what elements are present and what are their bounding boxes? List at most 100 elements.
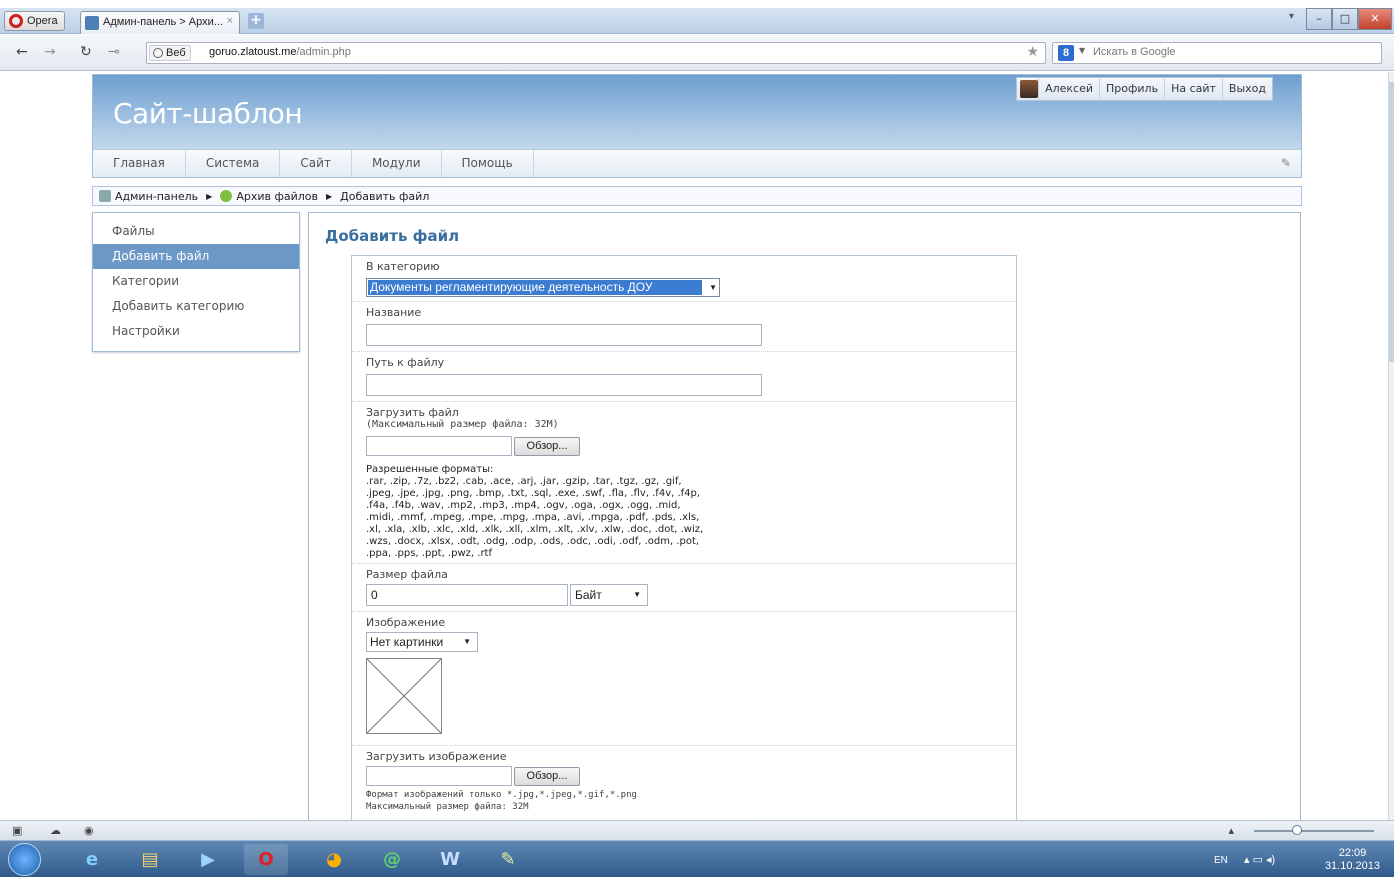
page-scrollbar[interactable]: [1388, 72, 1394, 820]
upload-row: Загрузить файл (Максимальный размер файл…: [352, 402, 1016, 564]
search-field[interactable]: 8 ▼ Искать в Google: [1052, 42, 1382, 64]
size-row: Размер файла 0 Байт ▼: [352, 564, 1016, 612]
file-upload-input[interactable]: [366, 436, 512, 456]
category-row: В категорию Документы регламентирующие д…: [352, 256, 1016, 302]
page-viewport: Сайт-шаблон Алексей Профиль На сайт Выхо…: [0, 72, 1388, 820]
window-maximize-button[interactable]: □: [1332, 8, 1358, 30]
image-select-value: Нет картинки: [370, 635, 444, 649]
window-minimize-button[interactable]: –: [1306, 8, 1332, 30]
turbo-icon[interactable]: ◉: [84, 824, 94, 837]
image-select[interactable]: Нет картинки ▼: [366, 632, 478, 652]
logout-link[interactable]: Выход: [1221, 78, 1272, 100]
user-name-link[interactable]: Алексей: [1038, 78, 1099, 100]
browse-image-button[interactable]: Обзор...: [514, 767, 580, 786]
back-arrow-icon[interactable]: ←: [16, 44, 28, 60]
wrench-icon[interactable]: ✎: [1281, 156, 1291, 170]
url-path: /admin.php: [296, 46, 351, 58]
tab-list-chevron-icon[interactable]: ▾: [1289, 11, 1294, 22]
to-site-link[interactable]: На сайт: [1164, 78, 1222, 100]
menu-item-modules[interactable]: Модули: [352, 150, 442, 177]
breadcrumb: Админ-панель ▶ Архив файлов ▶ Добавить ф…: [92, 186, 1302, 206]
dropdown-arrow-icon: ▼: [709, 283, 717, 292]
file-archive-icon: [220, 190, 233, 202]
word-icon[interactable]: W: [428, 844, 472, 875]
browser-address-bar: ← → ↻ ⊸ Веб goruo.zlatoust.me/admin.php …: [0, 35, 1394, 71]
user-bar: Алексей Профиль На сайт Выход: [1016, 77, 1273, 101]
file-size-input[interactable]: 0: [366, 584, 568, 606]
name-label: Название: [366, 306, 422, 319]
search-engine-dropdown-icon[interactable]: ▼: [1079, 46, 1085, 55]
sidebar-item-files[interactable]: Файлы: [93, 219, 299, 244]
internet-explorer-icon[interactable]: e: [70, 844, 114, 875]
mail-agent-icon[interactable]: @: [370, 844, 414, 875]
opera-taskbar-icon[interactable]: O: [244, 844, 288, 875]
url-field[interactable]: Веб goruo.zlatoust.me/admin.php ★: [146, 42, 1046, 64]
zoom-slider-knob[interactable]: [1292, 825, 1302, 835]
browser-status-bar: ▣ ☁ ◉ ▴: [0, 820, 1394, 840]
menu-item-site[interactable]: Сайт: [280, 150, 352, 177]
category-selected-value: Документы регламентирующие деятельность …: [368, 280, 702, 295]
category-label: В категорию: [366, 260, 440, 273]
tab-close-icon[interactable]: ×: [227, 15, 233, 27]
dropdown-arrow-icon: ▼: [463, 637, 471, 646]
language-indicator[interactable]: EN: [1214, 855, 1228, 866]
zoom-slider[interactable]: [1254, 825, 1374, 835]
sidebar-item-categories[interactable]: Категории: [93, 269, 299, 294]
breadcrumb-admin-panel[interactable]: Админ-панель: [115, 190, 198, 203]
image-row: Изображение Нет картинки ▼: [352, 612, 1016, 746]
start-button[interactable]: [8, 843, 41, 876]
size-unit-value: Байт: [575, 588, 602, 602]
system-tray: EN ▴ ▭ ◂) 22:09 31.10.2013: [1194, 841, 1394, 877]
reload-icon[interactable]: ↻: [80, 44, 92, 60]
key-icon[interactable]: ⊸: [108, 44, 120, 60]
sidebar-item-add-file[interactable]: Добавить файл: [93, 244, 299, 269]
image-formats-note: Формат изображений только *.jpg,*.jpeg,*…: [366, 790, 637, 800]
paint-icon[interactable]: ✎: [486, 844, 530, 875]
image-max-size: Максимальный размер файла: 32M: [366, 802, 529, 812]
clipped-document-heading: [0, 0, 1394, 8]
formats-line: .f4a, .f4b, .wav, .mp2, .mp3, .mp4, .ogv…: [366, 500, 681, 511]
path-input[interactable]: [366, 374, 762, 396]
profile-link[interactable]: Профиль: [1099, 78, 1164, 100]
upload-image-label: Загрузить изображение: [366, 750, 507, 763]
opera-menu-label: Opera: [27, 15, 58, 27]
new-tab-button[interactable]: +: [248, 13, 264, 29]
main-menu: Главная Система Сайт Модули Помощь ✎: [93, 149, 1301, 177]
image-upload-input[interactable]: [366, 766, 512, 786]
zoom-arrow-icon[interactable]: ▴: [1228, 824, 1234, 837]
chrome-icon[interactable]: ◕: [312, 844, 356, 875]
media-player-icon[interactable]: ▶: [186, 844, 230, 875]
google-search-icon: 8: [1058, 45, 1074, 61]
url-text: goruo.zlatoust.me/admin.php: [209, 46, 351, 58]
menu-item-system[interactable]: Система: [186, 150, 281, 177]
clock[interactable]: 22:09 31.10.2013: [1325, 847, 1380, 873]
browser-tab-active[interactable]: Админ-панель > Архи... ×: [80, 11, 240, 34]
opera-menu-button[interactable]: Opera: [4, 11, 65, 31]
path-label: Путь к файлу: [366, 356, 445, 369]
name-row: Название: [352, 302, 1016, 352]
page-title: Добавить файл: [325, 227, 460, 245]
size-unit-select[interactable]: Байт ▼: [570, 584, 648, 606]
sidebar-item-add-category[interactable]: Добавить категорию: [93, 294, 299, 319]
bookmark-star-icon[interactable]: ★: [1026, 44, 1039, 60]
panel-toggle-icon[interactable]: ▣: [12, 824, 22, 837]
category-select[interactable]: Документы регламентирующие деятельность …: [366, 278, 720, 297]
name-input[interactable]: [366, 324, 762, 346]
sidebar-item-settings[interactable]: Настройки: [93, 319, 299, 344]
site-header: Сайт-шаблон Алексей Профиль На сайт Выхо…: [92, 74, 1302, 178]
window-close-button[interactable]: ✕: [1358, 8, 1392, 30]
breadcrumb-separator-icon: ▶: [206, 191, 213, 201]
menu-item-help[interactable]: Помощь: [442, 150, 534, 177]
breadcrumb-file-archive[interactable]: Архив файлов: [236, 190, 318, 203]
cloud-icon[interactable]: ☁: [50, 824, 61, 837]
menu-item-home[interactable]: Главная: [93, 150, 186, 177]
browse-file-button[interactable]: Обзор...: [514, 437, 580, 456]
file-explorer-icon[interactable]: ▤: [128, 844, 172, 875]
url-domain: goruo.zlatoust.me: [209, 46, 297, 58]
scrollbar-thumb[interactable]: [1389, 82, 1394, 362]
formats-line: .xl, .xla, .xlb, .xlc, .xld, .xlk, .xll,…: [366, 524, 704, 535]
forward-arrow-icon[interactable]: →: [44, 44, 56, 60]
web-security-badge[interactable]: Веб: [149, 45, 191, 61]
tray-icons[interactable]: ▴ ▭ ◂): [1244, 853, 1275, 866]
upload-label: Загрузить файл: [366, 406, 459, 419]
